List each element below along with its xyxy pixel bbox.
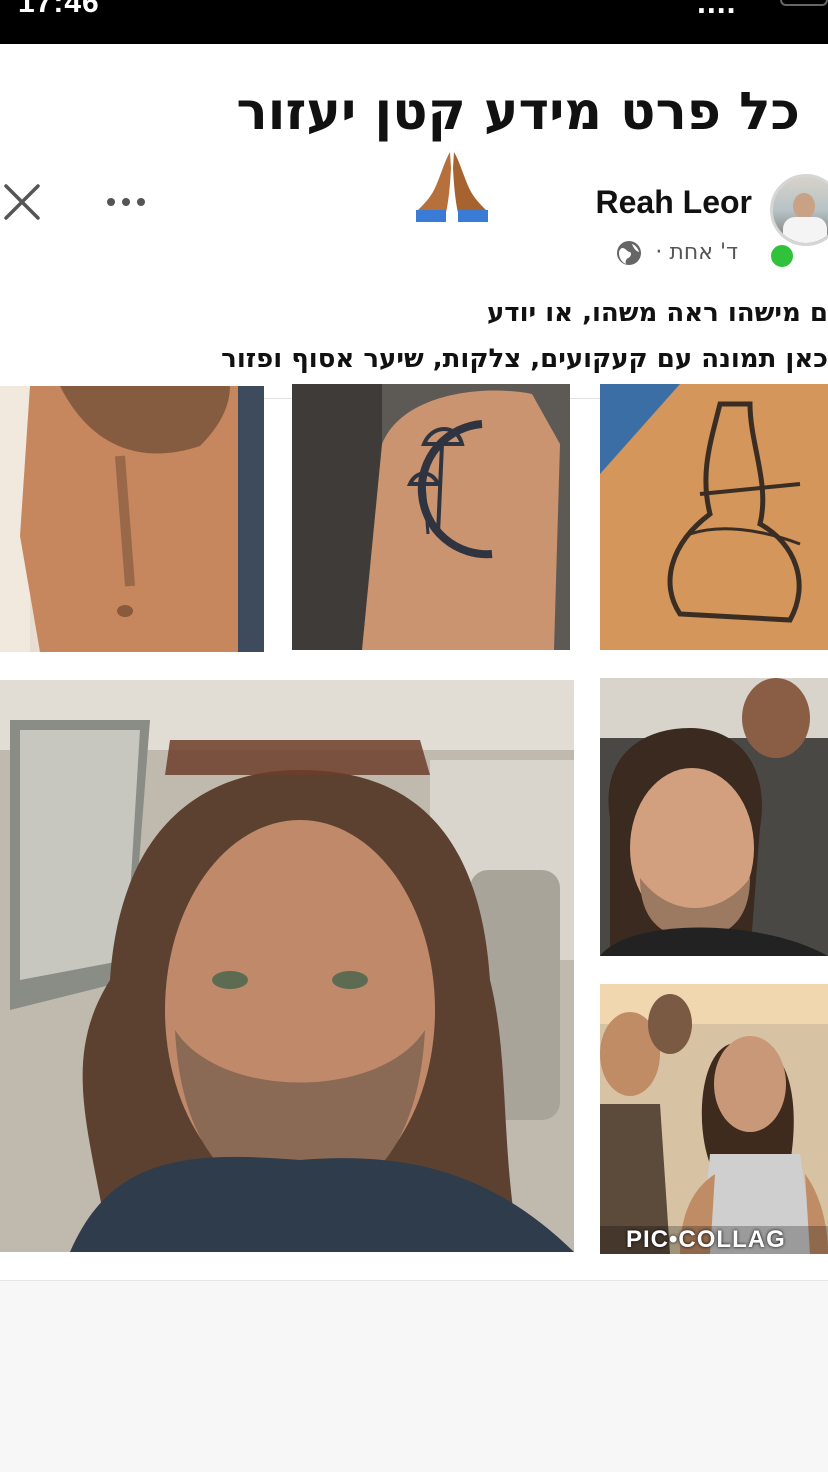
avatar[interactable] (770, 174, 828, 246)
close-icon[interactable] (2, 182, 42, 222)
status-time: 17:46 (18, 0, 100, 19)
group-photo[interactable] (600, 984, 828, 1254)
post-body-line: ם מישהו ראה משהו, או יודע (486, 298, 828, 328)
author-name[interactable]: Reah Leor (596, 184, 752, 221)
portrait-photo[interactable] (600, 678, 828, 956)
arm-mushroom-moon-tattoo-photo[interactable] (292, 384, 570, 650)
post-headline: כל פרט מידע קטן יעזור (236, 82, 800, 142)
post-body: ם מישהו ראה משהו, או יודע כאן תמונה עם ק… (8, 290, 828, 382)
shirtless-torso-photo[interactable] (0, 386, 264, 652)
status-bar: 17:46 .... (0, 0, 828, 44)
globe-icon (617, 241, 642, 265)
battery-icon (780, 0, 828, 6)
car-selfie-photo[interactable] (0, 680, 574, 1252)
folded-hands-emoji-icon (416, 152, 488, 222)
divider (0, 1280, 828, 1281)
collage-watermark: PIC•COLLAG (626, 1226, 786, 1253)
post-time: ד' אחת · (655, 240, 738, 265)
online-status-dot (768, 242, 796, 270)
signal-icon: .... (696, 0, 736, 20)
post-body-line: כאן תמונה עם קעקועים, צלקות, שיער אסוף ו… (221, 344, 828, 374)
shoulder-tattoo-photo[interactable] (600, 384, 828, 650)
post-meta: ד' אחת · (616, 240, 738, 266)
more-options-icon[interactable] (106, 196, 146, 208)
